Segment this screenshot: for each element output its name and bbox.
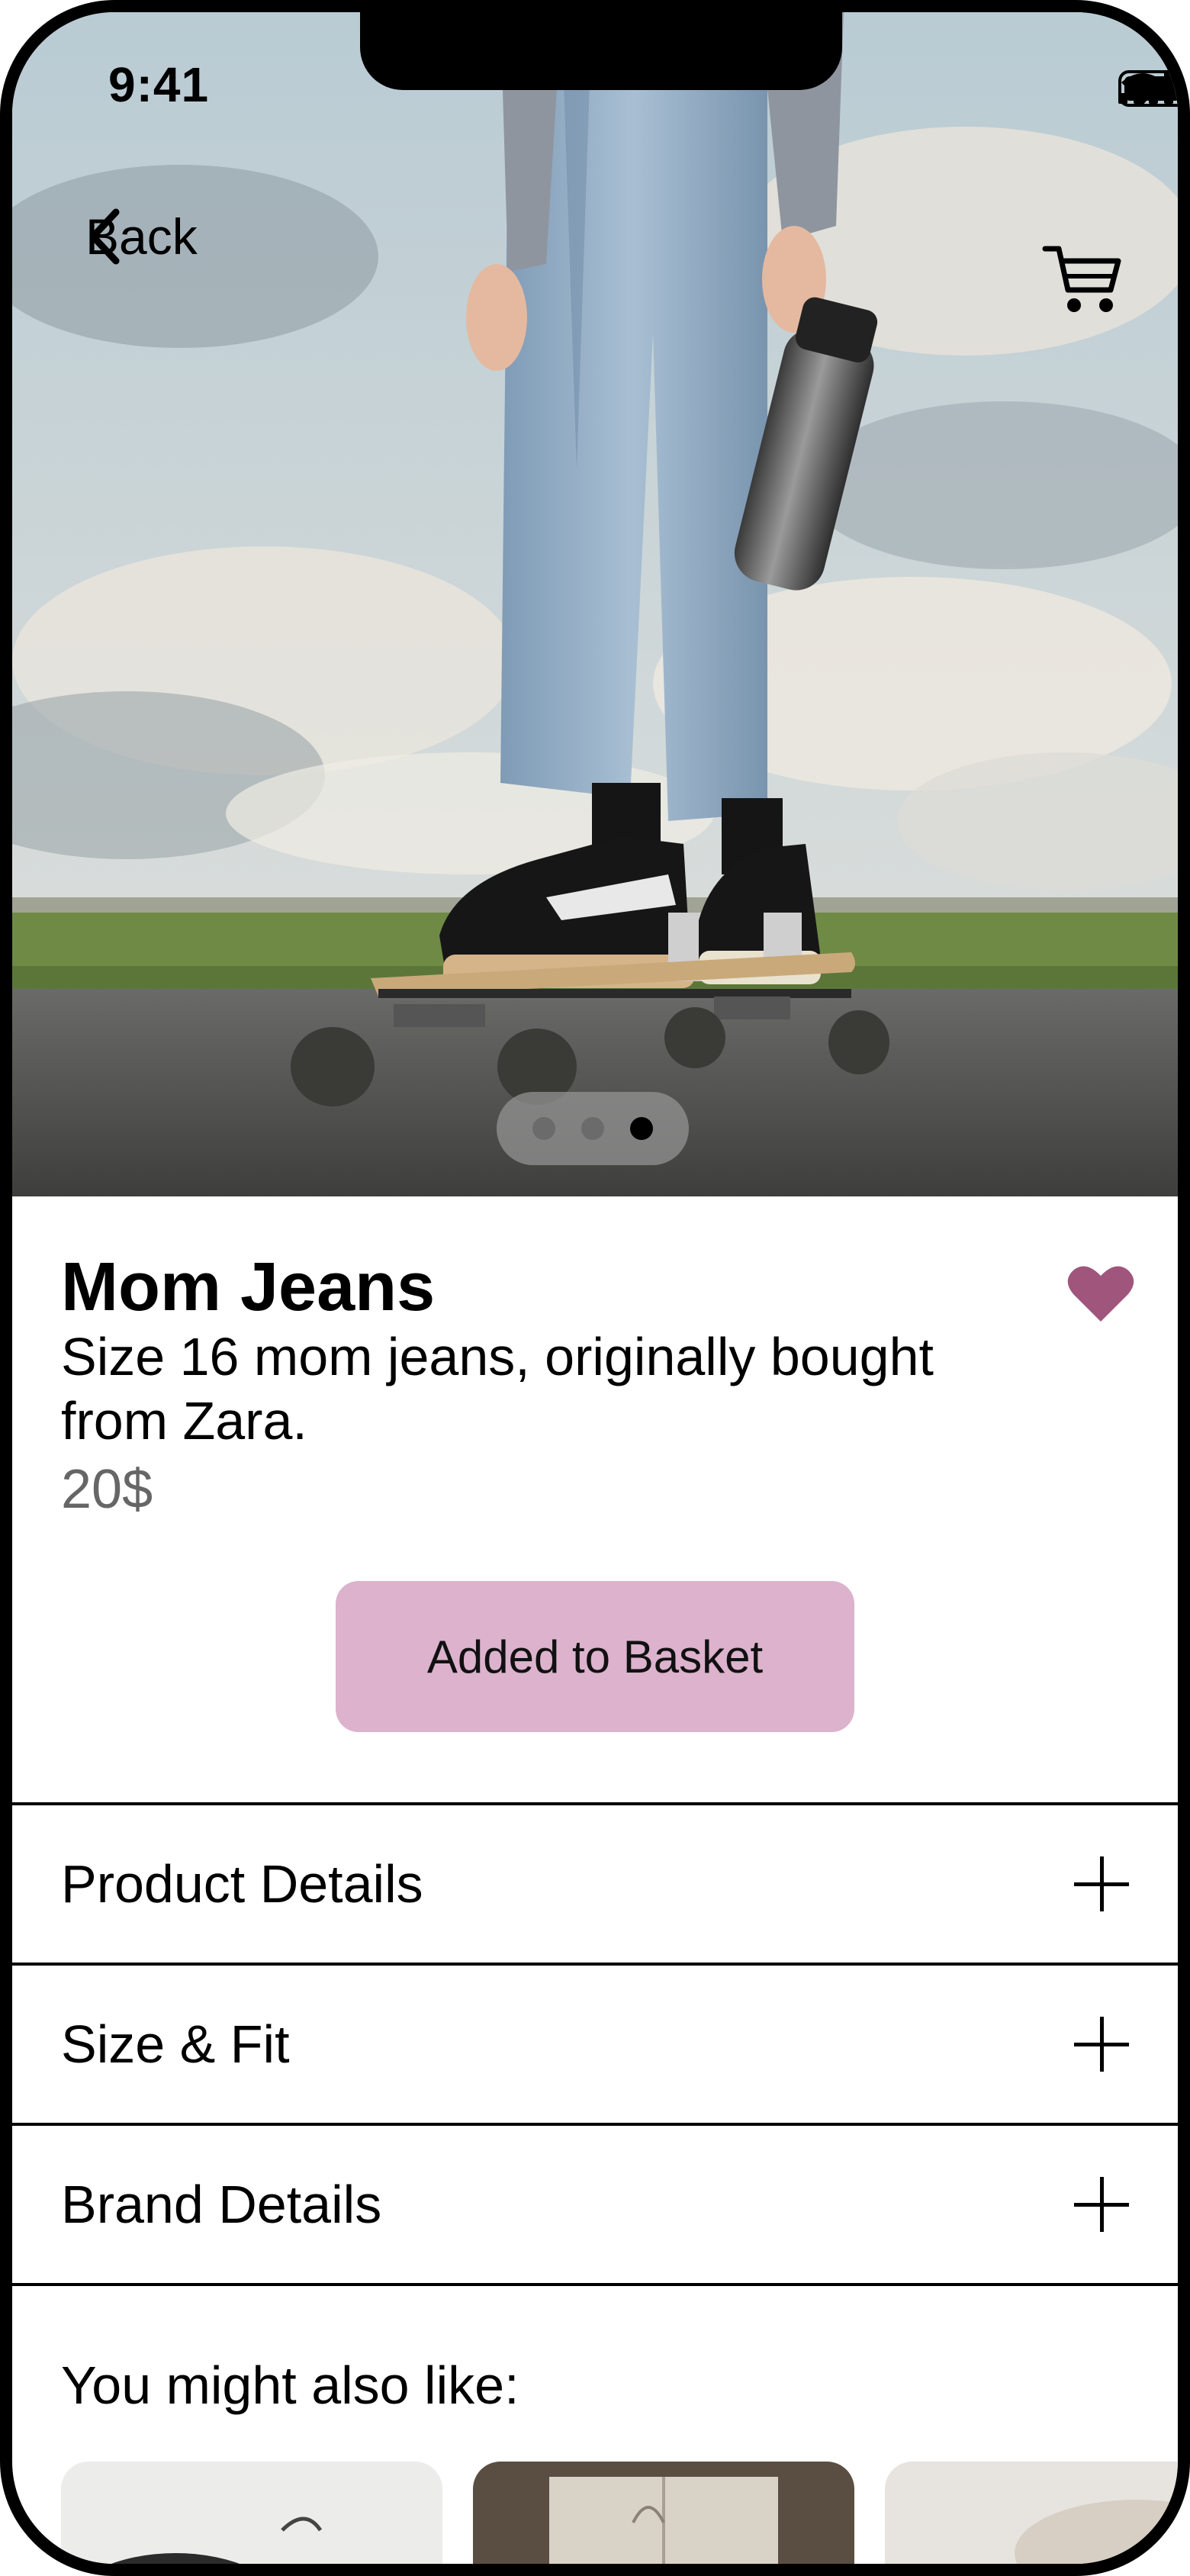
shopping-cart-icon [1042, 246, 1121, 312]
accordion-label: Size & Fit [61, 2014, 290, 2074]
product-image-carousel[interactable]: 9:41 Back [12, 12, 1178, 1196]
recommendation-image [61, 2462, 442, 2564]
recommendation-card[interactable] [885, 2462, 1178, 2564]
recommendation-card[interactable] [61, 2462, 442, 2564]
plus-icon [1074, 2017, 1129, 2072]
recommendation-image [473, 2462, 854, 2564]
recommendation-card[interactable] [473, 2462, 854, 2564]
page-dot-active[interactable] [630, 1117, 653, 1140]
recommendations-heading: You might also like: [61, 2355, 519, 2415]
accordion-label: Brand Details [61, 2175, 382, 2234]
accordion-brand-details[interactable]: Brand Details [12, 2123, 1178, 2283]
accordion-size-fit[interactable]: Size & Fit [12, 1963, 1178, 2123]
cart-button[interactable] [1040, 241, 1124, 317]
favorite-button[interactable] [1066, 1264, 1135, 1325]
plus-icon [1074, 2177, 1129, 2232]
status-time: 9:41 [108, 57, 210, 112]
battery-icon [1118, 70, 1178, 107]
divider [12, 2283, 1178, 2286]
product-title: Mom Jeans [61, 1249, 436, 1325]
recommendation-image [885, 2462, 1178, 2564]
accordion-product-details[interactable]: Product Details [12, 1802, 1178, 1963]
product-description: Size 16 mom jeans, originally bought fro… [61, 1327, 934, 1451]
back-button[interactable]: Back [85, 208, 198, 266]
chevron-left-icon [89, 208, 120, 265]
plus-icon [1074, 1856, 1129, 1911]
phone-frame: 9:41 Back Mom Jeans Size 16 mom jeans, o… [0, 0, 1190, 2576]
product-photo [12, 12, 1178, 1196]
heart-icon [1067, 1266, 1134, 1322]
add-to-basket-button[interactable]: Added to Basket [336, 1581, 854, 1732]
device-notch [360, 12, 842, 90]
product-price: 20$ [61, 1459, 153, 1520]
page-dot[interactable] [532, 1117, 555, 1140]
carousel-page-indicator[interactable] [497, 1092, 689, 1165]
page-dot[interactable] [581, 1117, 604, 1140]
screen: 9:41 Back Mom Jeans Size 16 mom jeans, o… [12, 12, 1178, 2564]
accordion-label: Product Details [61, 1854, 423, 1914]
